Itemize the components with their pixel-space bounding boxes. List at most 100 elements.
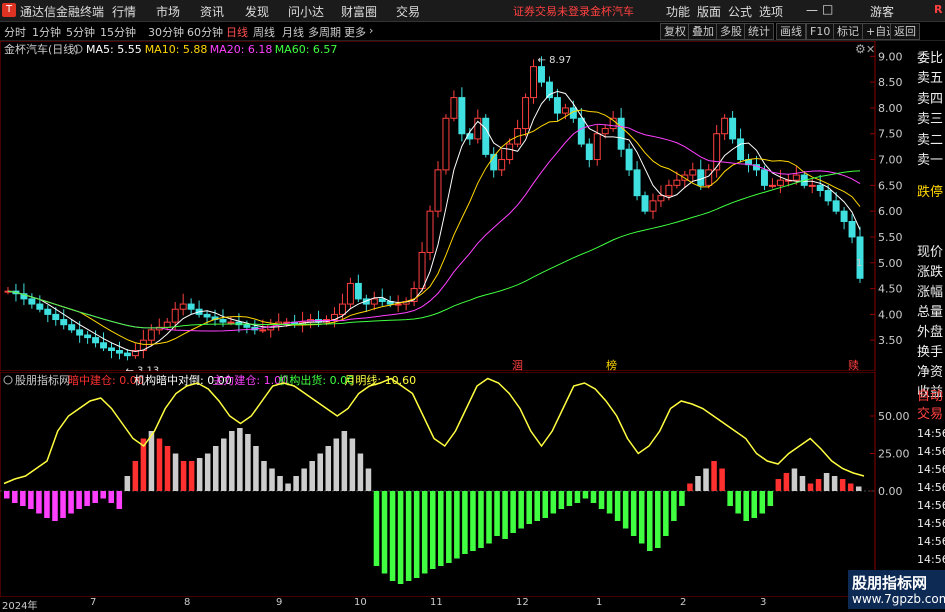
- panel-item-13: 净资: [917, 365, 944, 380]
- menu-item-0[interactable]: 行情: [112, 3, 136, 20]
- indicator-bar: [646, 491, 653, 551]
- minimize-icon[interactable]: —: [806, 3, 818, 17]
- indicator-bar: [349, 438, 356, 491]
- indicator-bar: [421, 491, 428, 574]
- candle: [354, 274, 362, 302]
- period-10[interactable]: 更多: [344, 24, 366, 40]
- event-marker-1[interactable]: 榜: [606, 358, 617, 371]
- indicator-chart[interactable]: 50.0025.000.00股朋指标网暗中建仓: 0.00机构暗中对倒: 0.0…: [0, 372, 917, 597]
- event-marker-0[interactable]: 涸: [512, 358, 523, 371]
- candle: [466, 128, 474, 146]
- panel-time-7: 14:56: [917, 553, 945, 566]
- indicator-bar: [695, 476, 701, 491]
- period-1[interactable]: 1分钟: [32, 24, 61, 40]
- date-label-9: 3: [760, 597, 767, 608]
- panel-item-3: 卖三: [917, 112, 944, 127]
- candle: [553, 88, 561, 121]
- indicator-bar: [671, 491, 677, 521]
- candle: [530, 59, 538, 104]
- ind-settings-circle-icon[interactable]: [3, 375, 13, 385]
- indicator-bar: [269, 468, 275, 491]
- indicator-bar: [28, 491, 34, 509]
- indicator-bar: [68, 491, 74, 514]
- toolbar-btn-8[interactable]: 返回: [890, 23, 920, 40]
- more-chevron-icon[interactable]: ›: [369, 24, 373, 37]
- event-marker-2[interactable]: 赎: [848, 358, 859, 371]
- close-icon[interactable]: ✕: [866, 43, 875, 56]
- candle: [832, 192, 840, 215]
- candle: [410, 281, 418, 307]
- toolbar-btn-4[interactable]: 画线: [776, 23, 806, 40]
- indicator-bar: [574, 491, 581, 503]
- toolbar-btn-0[interactable]: 复权: [660, 23, 690, 40]
- toolbar-btn-5[interactable]: F10: [806, 23, 835, 40]
- menu-item-6[interactable]: 交易: [396, 3, 420, 20]
- candle: [768, 178, 776, 189]
- candle: [402, 297, 410, 311]
- period-9[interactable]: 多周期: [308, 24, 341, 40]
- period-7[interactable]: 周线: [253, 24, 275, 40]
- panel-r-indicator: R: [934, 3, 943, 16]
- indicator-bar: [36, 491, 42, 514]
- indicator-bar: [799, 476, 806, 491]
- indicator-bar: [582, 491, 589, 499]
- date-label-8: 2: [680, 597, 687, 608]
- ma-legend-2: MA20: 6.18: [210, 43, 273, 56]
- indicator-bar: [438, 491, 444, 566]
- panel-time-2: 14:56: [917, 463, 945, 476]
- period-4[interactable]: 30分钟: [148, 24, 184, 40]
- indicator-bar: [759, 491, 766, 514]
- stock-name-top: 金杯汽车: [590, 5, 634, 18]
- toolbar-btn-3[interactable]: 统计: [744, 23, 774, 40]
- right-menu-item-0[interactable]: 功能: [666, 3, 690, 20]
- indicator-bar: [462, 491, 468, 554]
- menu-item-3[interactable]: 发现: [245, 3, 269, 20]
- indicator-bar: [4, 491, 10, 499]
- menu-item-2[interactable]: 资讯: [200, 3, 224, 20]
- indicator-bar: [655, 491, 661, 548]
- panel-item-1: 卖五: [917, 71, 944, 86]
- period-6[interactable]: 日线: [226, 24, 248, 40]
- period-3[interactable]: 15分钟: [100, 24, 136, 40]
- panel-item-7: 现价: [917, 245, 944, 260]
- gear-icon[interactable]: ⚙: [855, 42, 866, 56]
- toolbar-btn-6[interactable]: 标记: [833, 23, 863, 40]
- indicator-bar: [719, 468, 725, 491]
- period-bar: 分时 1分钟 5分钟 15分钟 30分钟 60分钟 日线 周线 月线 多周期 更多 › 复权 叠加 多股 统计…: [0, 22, 945, 41]
- indicator-bar: [100, 491, 106, 499]
- period-5[interactable]: 60分钟: [187, 24, 223, 40]
- menu-item-5[interactable]: 财富圈: [341, 3, 377, 20]
- indicator-bar: [164, 446, 171, 491]
- maximize-icon[interactable]: □: [822, 2, 833, 16]
- candle: [721, 114, 729, 140]
- right-menu-item-1[interactable]: 版面: [697, 3, 721, 20]
- right-menu-item-2[interactable]: 公式: [728, 3, 752, 20]
- indicator-bar: [373, 491, 380, 566]
- toolbar-btn-1[interactable]: 叠加: [688, 23, 718, 40]
- menu-item-4[interactable]: 问小达: [288, 3, 324, 20]
- indicator-bar: [703, 468, 709, 491]
- right-menu-item-3[interactable]: 选项: [759, 3, 783, 20]
- panel-item-8: 涨跌: [917, 265, 944, 280]
- menu-item-1[interactable]: 市场: [156, 3, 180, 20]
- candlestick-chart[interactable]: 9.00 8.50 8.00 7.50 7.00 6.50 6.00 5.50 5.00 4.50…: [0, 41, 917, 371]
- login-warning[interactable]: 证券交易未登录: [513, 3, 590, 19]
- period-8[interactable]: 月线: [282, 24, 304, 40]
- panel-item-16: 交易: [917, 407, 944, 422]
- guest-label[interactable]: 游客: [870, 3, 894, 20]
- candle: [299, 311, 307, 333]
- candle: [458, 87, 466, 142]
- panel-time-3: 14:56: [917, 481, 945, 494]
- indicator-bar: [831, 476, 838, 491]
- period-0[interactable]: 分时: [4, 24, 26, 40]
- period-2[interactable]: 5分钟: [66, 24, 95, 40]
- indicator-bar: [478, 491, 484, 548]
- indicator-bar: [212, 446, 219, 491]
- panel-item-10: 总量: [917, 305, 944, 320]
- toolbar-btn-2[interactable]: 多股: [716, 23, 746, 40]
- indicator-bar: [108, 491, 115, 503]
- candle: [60, 309, 68, 330]
- indicator-bar: [76, 491, 82, 509]
- indicator-bar: [204, 453, 211, 491]
- main-y-tick: 5.50: [878, 231, 903, 244]
